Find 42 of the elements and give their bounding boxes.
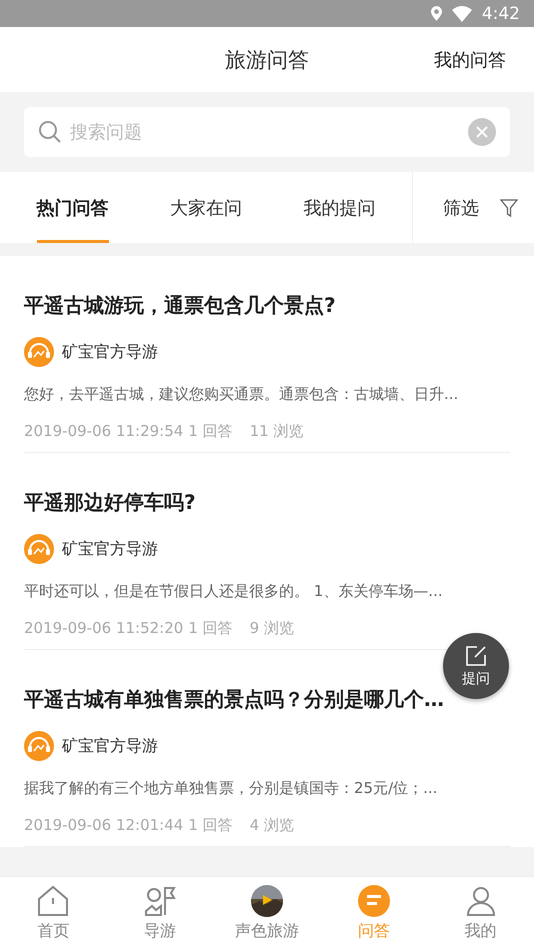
answer-preview: 您好，去平遥古城，建议您购买通票。通票包含：古城墙、日升... (24, 385, 460, 404)
edit-icon (465, 644, 487, 666)
post-time: 2019-09-06 11:52:20 (24, 619, 184, 638)
nav-tab[interactable]: 导游 (106, 877, 214, 949)
wifi-icon (452, 6, 472, 22)
person-icon (464, 884, 497, 916)
my-answers-link[interactable]: 我的问答 (434, 48, 506, 72)
chat-icon (358, 884, 390, 916)
search-bar[interactable]: 搜索问题 (24, 107, 510, 157)
view-count: 4 浏览 (250, 816, 294, 835)
avatar-icon (24, 534, 54, 564)
author-name: 矿宝官方导游 (62, 538, 158, 560)
person-flag-icon (144, 884, 176, 916)
question-title[interactable]: 平遥那边好停车吗? (24, 489, 444, 516)
avatar-icon (24, 731, 54, 761)
question-title[interactable]: 平遥古城有单独售票的景点吗？分别是哪几个… (24, 686, 444, 713)
ask-button[interactable]: 提问 (443, 633, 509, 699)
author-name: 矿宝官方导游 (62, 736, 158, 756)
page-title: 旅游问答 (225, 46, 309, 74)
filter-button[interactable]: 筛选 (443, 196, 479, 220)
nav-tab[interactable]: 我的 (427, 877, 534, 949)
answer-count: 1 回答 (188, 422, 233, 441)
answer-preview: 据我了解的有三个地方单独售票，分别是镇国寺：25元/位；... (24, 779, 438, 798)
tab[interactable]: 大家在问 (170, 172, 242, 243)
filter-icon[interactable] (500, 198, 518, 218)
answer-preview: 平时还可以，但是在节假日人还是很多的。 1、东关停车场—... (24, 582, 444, 601)
house-icon (37, 884, 70, 916)
post-time: 2019-09-06 11:29:54 (24, 422, 184, 441)
avatar-icon (24, 337, 54, 367)
search-icon (38, 120, 62, 144)
nav-tab[interactable]: 首页 (0, 877, 107, 949)
view-count: 11 浏览 (250, 422, 304, 441)
clock-time: 4:42 (482, 4, 520, 24)
question-title[interactable]: 平遥古城游玩，通票包含几个景点? (24, 292, 444, 319)
view-count: 9 浏览 (250, 619, 294, 638)
location-icon (430, 6, 442, 21)
post-time: 2019-09-06 12:01:44 (24, 816, 184, 835)
answer-count: 1 回答 (188, 619, 233, 638)
nav-tab[interactable]: 声色旅游 (214, 877, 320, 949)
tab[interactable]: 我的提问 (303, 172, 376, 243)
answer-count: 1 回答 (188, 816, 233, 835)
author-name: 矿宝官方导游 (62, 342, 158, 362)
